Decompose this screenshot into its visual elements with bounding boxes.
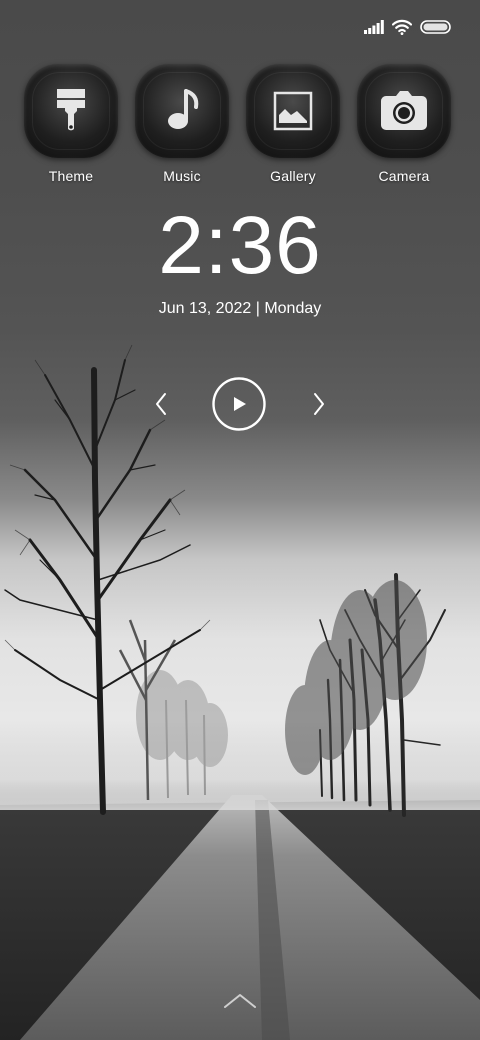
gallery-app-label: Gallery [270,168,316,184]
paintbrush-icon [57,89,85,131]
image-icon [273,91,313,131]
camera-app[interactable]: Camera [354,64,454,184]
music-app-icon[interactable] [135,64,229,158]
wifi-icon [392,19,412,35]
music-controls [0,376,480,432]
music-app-label: Music [163,168,201,184]
theme-app[interactable]: Theme [21,64,121,184]
chevron-right-icon [314,393,324,415]
chevron-up-icon [224,994,256,1008]
camera-app-label: Camera [378,168,430,184]
clock-date: Jun 13, 2022 | Monday [158,300,322,317]
camera-icon [381,91,427,130]
theme-app-label: Theme [48,168,94,184]
music-app[interactable]: Music [132,64,232,184]
battery-icon [420,19,452,35]
gallery-app-icon[interactable] [246,64,340,158]
play-icon [212,377,266,431]
camera-app-icon[interactable] [357,64,451,158]
swipe-up-unlock[interactable] [220,988,260,1014]
theme-app-icon[interactable] [24,64,118,158]
gallery-app[interactable]: Gallery [243,64,343,184]
next-track-button[interactable] [304,376,334,432]
app-shortcuts: Theme Music Gallery Camera [0,64,480,194]
signal-icon [364,20,384,34]
previous-track-button[interactable] [146,376,176,432]
lock-screen: Theme Music Gallery Camera 2:36 Jun 13, … [0,0,480,1040]
clock-time: 2:36 [158,200,322,291]
music-note-icon [168,89,199,129]
status-bar [364,16,452,38]
chevron-left-icon [156,393,166,415]
play-button[interactable] [211,376,267,432]
